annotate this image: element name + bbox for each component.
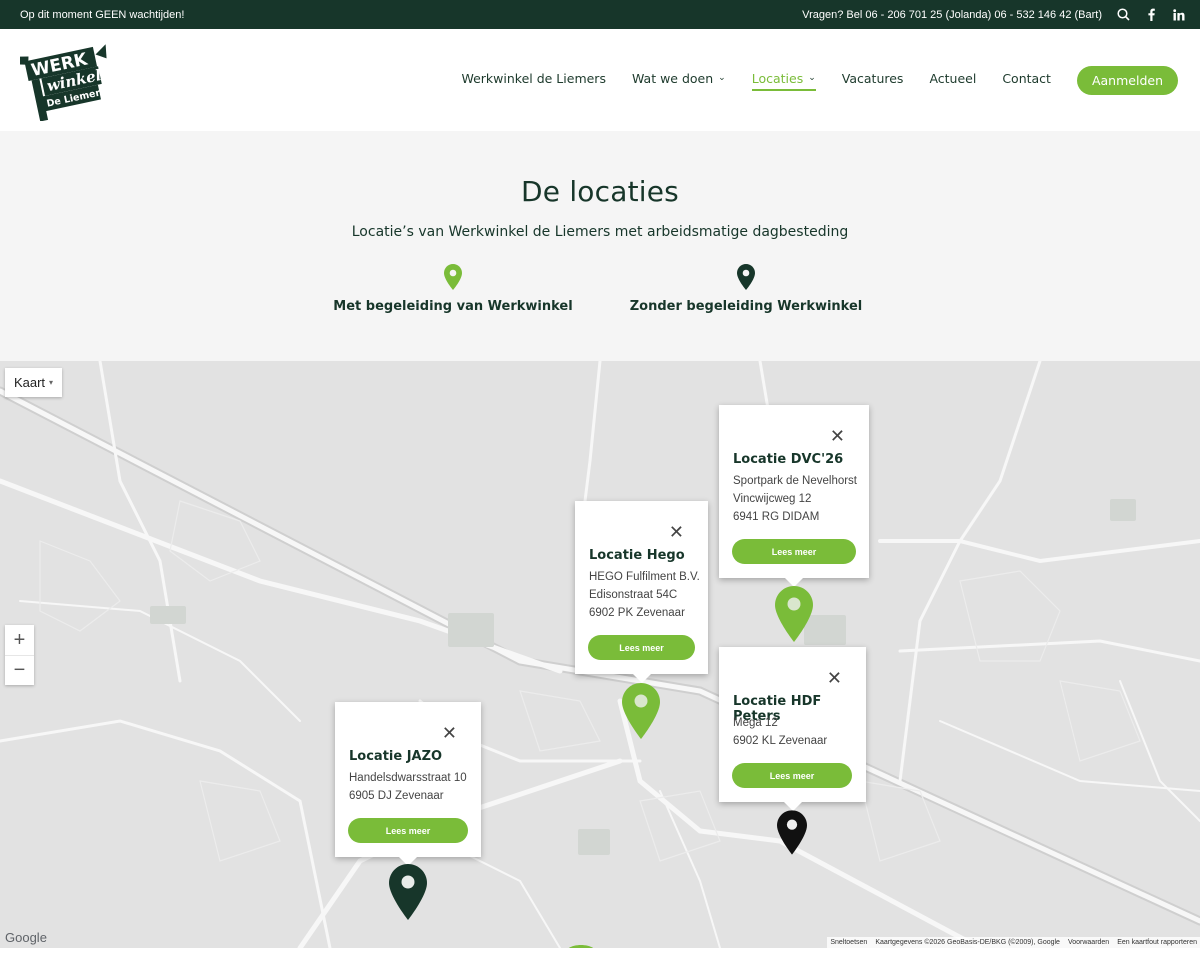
close-icon[interactable]: ✕: [830, 427, 845, 445]
caret-down-icon: ▾: [49, 378, 54, 387]
terms-link[interactable]: Voorwaarden: [1068, 939, 1109, 946]
keyboard-shortcuts-link[interactable]: Sneltoetsen: [830, 939, 867, 946]
lees-meer-button[interactable]: Lees meer: [588, 635, 695, 660]
google-logo: Google: [5, 930, 47, 945]
popup-title: Locatie Hego: [589, 548, 685, 563]
popup-address-line: Edisonstraat 54C: [589, 589, 678, 601]
nav-vacatures[interactable]: Vacatures: [842, 71, 904, 91]
nav-actueel[interactable]: Actueel: [929, 71, 976, 91]
legend-without-guidance: Zonder begeleiding Werkwinkel: [616, 264, 876, 314]
nav-werkwinkel[interactable]: Werkwinkel de Liemers: [461, 71, 606, 91]
chevron-down-icon: ⌄: [808, 73, 816, 83]
popup-address-line: 6902 KL Zevenaar: [733, 735, 828, 747]
hero-section: De locaties Locatie’s van Werkwinkel de …: [0, 131, 1200, 361]
popup-locatie-dvc26: ✕ Locatie DVC'26 Sportpark de Nevelhorst…: [719, 405, 869, 587]
map-pin-icon: [444, 264, 462, 290]
popup-address-line: Sportpark de Nevelhorst: [733, 475, 858, 487]
werkwinkel-logo[interactable]: WERK winkel De Liemers: [20, 37, 114, 121]
map-pin-jazo[interactable]: [389, 864, 427, 920]
popup-title: Locatie JAZO: [349, 749, 443, 764]
legend-with-guidance: Met begeleiding van Werkwinkel: [323, 264, 583, 314]
map-pin-partial[interactable]: [562, 941, 600, 948]
close-icon[interactable]: ✕: [442, 724, 457, 742]
lees-meer-button[interactable]: Lees meer: [732, 763, 852, 788]
aanmelden-button[interactable]: Aanmelden: [1076, 66, 1178, 95]
popup-address-line: Mega 12: [733, 717, 778, 729]
zoom-in-button[interactable]: +: [5, 625, 34, 655]
map-attribution: Sneltoetsen Kaartgegevens ©2026 GeoBasis…: [827, 937, 1200, 948]
close-icon[interactable]: ✕: [827, 669, 842, 687]
popup-locatie-hego: ✕ Locatie Hego HEGO Fulfilment B.V. Edis…: [575, 501, 708, 683]
map-pin-hdf-peters[interactable]: [777, 810, 807, 855]
lees-meer-button[interactable]: Lees meer: [348, 818, 468, 843]
map-data-text: Kaartgegevens ©2026 GeoBasis-DE/BKG (©20…: [875, 939, 1060, 946]
popup-address-line: Handelsdwarsstraat 10: [349, 772, 467, 784]
report-error-link[interactable]: Een kaartfout rapporteren: [1117, 939, 1197, 946]
map-pin-dvc26[interactable]: [775, 586, 813, 642]
nav-wat-we-doen[interactable]: Wat we doen ⌄: [632, 71, 726, 91]
popup-address-line: 6902 PK Zevenaar: [589, 607, 685, 619]
popup-address-line: Vincwijcweg 12: [733, 493, 812, 505]
site-header: WERK winkel De Liemers Werkwinkel de Lie…: [0, 29, 1200, 131]
search-icon[interactable]: [1116, 8, 1130, 22]
map-type-control[interactable]: Kaart ▾: [5, 368, 62, 397]
lees-meer-button[interactable]: Lees meer: [732, 539, 856, 564]
linkedin-icon[interactable]: [1172, 8, 1186, 22]
chevron-down-icon: ⌄: [718, 73, 726, 83]
notice-text: Op dit moment GEEN wachtijden!: [20, 8, 185, 21]
contact-phone-text: Vragen? Bel 06 - 206 701 25 (Jolanda) 06…: [802, 8, 1102, 21]
page-subtitle: Locatie’s van Werkwinkel de Liemers met …: [351, 224, 849, 240]
legend-label: Zonder begeleiding Werkwinkel: [629, 299, 863, 314]
zoom-out-button[interactable]: −: [5, 655, 34, 685]
top-bar: Op dit moment GEEN wachtijden! Vragen? B…: [0, 0, 1200, 29]
popup-locatie-jazo: ✕ Locatie JAZO Handelsdwarsstraat 10 690…: [335, 702, 481, 866]
top-bar-right: Vragen? Bel 06 - 206 701 25 (Jolanda) 06…: [802, 8, 1186, 22]
nav-contact[interactable]: Contact: [1002, 71, 1051, 91]
page-title: De locaties: [521, 175, 679, 208]
nav-locaties[interactable]: Locaties ⌄: [751, 71, 816, 91]
zoom-control: + −: [5, 625, 34, 685]
close-icon[interactable]: ✕: [669, 523, 684, 541]
facebook-icon[interactable]: [1144, 8, 1158, 22]
popup-address-line: 6905 DJ Zevenaar: [349, 790, 444, 802]
popup-address-line: HEGO Fulfilment B.V.: [589, 571, 700, 583]
popup-locatie-hdf-peters: ✕ Locatie HDF Peters Mega 12 6902 KL Zev…: [719, 647, 866, 811]
main-nav: Werkwinkel de Liemers Wat we doen ⌄ Locat…: [435, 66, 1178, 95]
popup-address-line: 6941 RG DIDAM: [733, 511, 820, 523]
locations-map[interactable]: Kaart ▾ + − ✕ Locatie DVC'26 Sportpark d…: [0, 361, 1200, 948]
map-pin-icon: [737, 264, 755, 290]
popup-title: Locatie DVC'26: [733, 452, 844, 467]
map-pin-hego[interactable]: [622, 683, 660, 739]
legend-label: Met begeleiding van Werkwinkel: [333, 299, 573, 314]
